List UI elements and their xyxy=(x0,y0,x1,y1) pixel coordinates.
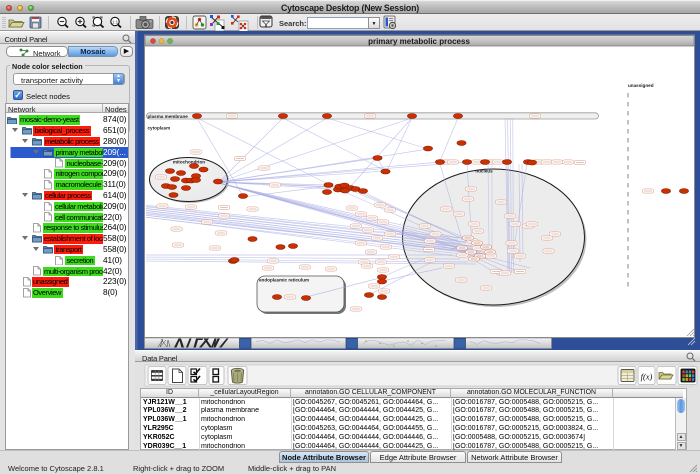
svg-text:f(x): f(x) xyxy=(641,372,653,382)
svg-text:plasma membrane: plasma membrane xyxy=(148,114,189,119)
svg-text:mitochondrion: mitochondrion xyxy=(173,160,205,165)
svg-text:nucleus: nucleus xyxy=(475,169,493,174)
svg-text:endoplasmic reticulum: endoplasmic reticulum xyxy=(259,278,309,283)
svg-text:primary metabolic process: primary metabolic process xyxy=(368,37,470,46)
svg-text:1:1: 1:1 xyxy=(112,19,119,24)
svg-text:cytoplasm: cytoplasm xyxy=(148,126,171,131)
svg-text:unassigned: unassigned xyxy=(628,83,654,88)
